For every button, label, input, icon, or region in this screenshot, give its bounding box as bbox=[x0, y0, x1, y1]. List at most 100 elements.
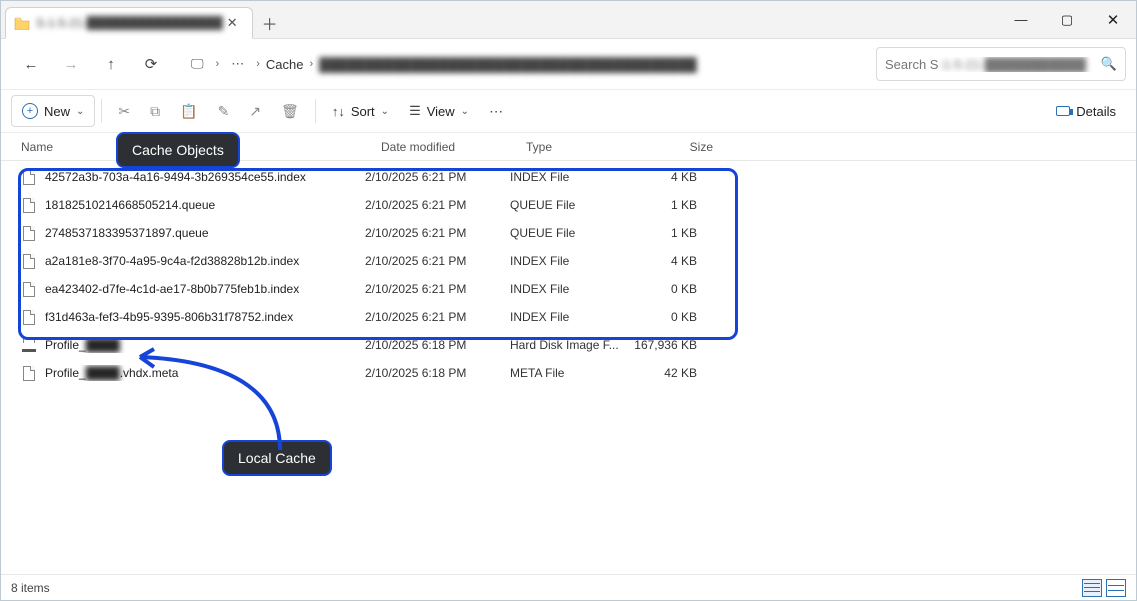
chevron-down-icon: ⌄ bbox=[381, 106, 389, 117]
close-button[interactable]: ✕ bbox=[1090, 1, 1136, 39]
file-icon bbox=[21, 253, 37, 269]
tab-close-icon[interactable]: ✕ bbox=[223, 15, 242, 31]
plus-circle-icon: + bbox=[22, 103, 38, 119]
file-icon bbox=[21, 365, 37, 381]
maximize-button[interactable]: ▢ bbox=[1044, 1, 1090, 39]
file-name: Profile_████.vhdx.meta bbox=[21, 365, 365, 381]
column-header-size[interactable]: Size bbox=[646, 140, 721, 154]
status-bar: 8 items bbox=[1, 574, 1136, 600]
chevron-down-icon: ⌄ bbox=[461, 106, 469, 117]
share-icon: ↗ bbox=[249, 103, 261, 120]
file-name: 2748537183395371897.queue bbox=[21, 225, 365, 241]
file-name: f31d463a-fef3-4b95-9395-806b31f78752.ind… bbox=[21, 309, 365, 325]
paste-icon: 📋 bbox=[180, 103, 197, 120]
paste-button[interactable]: 📋 bbox=[170, 95, 207, 127]
item-count: 8 items bbox=[11, 581, 50, 595]
search-input[interactable]: Search S-1-5-21-███████████ 🔍 bbox=[876, 47, 1126, 81]
monitor-icon: 🖵 bbox=[191, 56, 204, 72]
file-size: 4 KB bbox=[630, 170, 705, 184]
chevron-down-icon: ⌄ bbox=[76, 106, 84, 117]
file-type: INDEX File bbox=[510, 310, 630, 324]
column-header-date[interactable]: Date modified bbox=[381, 140, 526, 154]
tab-title: S-1-5-21-████████████████ bbox=[36, 16, 223, 30]
file-type: INDEX File bbox=[510, 254, 630, 268]
file-row[interactable]: 42572a3b-703a-4a16-9494-3b269354ce55.ind… bbox=[9, 163, 1136, 191]
new-button[interactable]: + New ⌄ bbox=[11, 95, 95, 127]
file-row[interactable]: 18182510214668505214.queue2/10/2025 6:21… bbox=[9, 191, 1136, 219]
file-icon bbox=[21, 309, 37, 325]
details-pane-icon bbox=[1056, 106, 1070, 116]
chevron-right-icon: › bbox=[216, 58, 220, 70]
file-row[interactable]: 2748537183395371897.queue2/10/2025 6:21 … bbox=[9, 219, 1136, 247]
file-name: a2a181e8-3f70-4a95-9c4a-f2d38828b12b.ind… bbox=[21, 253, 365, 269]
breadcrumb[interactable]: 🖵 › ⋯ › Cache › ████████████████████████… bbox=[179, 47, 868, 81]
navigation-bar: ← → ↑ ⟳ 🖵 › ⋯ › Cache › ████████████████… bbox=[1, 39, 1136, 89]
chevron-right-icon: › bbox=[309, 58, 313, 70]
cut-icon: ✂ bbox=[118, 103, 130, 120]
minimize-button[interactable]: ― bbox=[998, 1, 1044, 39]
share-button[interactable]: ↗ bbox=[239, 95, 271, 127]
file-date: 2/10/2025 6:21 PM bbox=[365, 226, 510, 240]
file-type: META File bbox=[510, 366, 630, 380]
disk-icon bbox=[21, 337, 37, 353]
command-bar: + New ⌄ ✂ ⧉ 📋 ✎ ↗ 🗑 ↑↓ Sort ⌄ ☰ View ⌄ ⋯… bbox=[1, 89, 1136, 133]
details-pane-button[interactable]: Details bbox=[1046, 95, 1126, 127]
file-icon bbox=[21, 281, 37, 297]
view-icon: ☰ bbox=[409, 103, 421, 119]
file-date: 2/10/2025 6:18 PM bbox=[365, 366, 510, 380]
search-placeholder: Search S-1-5-21-███████████ bbox=[885, 57, 1095, 72]
up-button[interactable]: ↑ bbox=[91, 46, 131, 82]
file-size: 1 KB bbox=[630, 226, 705, 240]
file-name: 18182510214668505214.queue bbox=[21, 197, 365, 213]
file-name: 42572a3b-703a-4a16-9494-3b269354ce55.ind… bbox=[21, 169, 365, 185]
file-date: 2/10/2025 6:21 PM bbox=[365, 198, 510, 212]
rename-button[interactable]: ✎ bbox=[208, 95, 240, 127]
file-date: 2/10/2025 6:18 PM bbox=[365, 338, 510, 352]
window-controls: ― ▢ ✕ bbox=[998, 1, 1136, 39]
more-button[interactable]: ⋯ bbox=[479, 95, 515, 127]
copy-button[interactable]: ⧉ bbox=[140, 95, 170, 127]
view-mode-switch bbox=[1078, 579, 1126, 597]
view-button[interactable]: ☰ View ⌄ bbox=[399, 95, 479, 127]
details-view-icon[interactable] bbox=[1082, 579, 1102, 597]
rename-icon: ✎ bbox=[218, 103, 230, 120]
thumbnails-view-icon[interactable] bbox=[1106, 579, 1126, 597]
file-type: QUEUE File bbox=[510, 226, 630, 240]
file-row[interactable]: a2a181e8-3f70-4a95-9c4a-f2d38828b12b.ind… bbox=[9, 247, 1136, 275]
file-row[interactable]: Profile_████.vhdx.meta2/10/2025 6:18 PMM… bbox=[9, 359, 1136, 387]
file-name: ea423402-d7fe-4c1d-ae17-8b0b775feb1b.ind… bbox=[21, 281, 365, 297]
file-name: Profile_████ bbox=[21, 337, 365, 353]
explorer-window: S-1-5-21-████████████████ ✕ ＋ ― ▢ ✕ ← → … bbox=[0, 0, 1137, 601]
cut-button[interactable]: ✂ bbox=[108, 95, 140, 127]
file-row[interactable]: f31d463a-fef3-4b95-9395-806b31f78752.ind… bbox=[9, 303, 1136, 331]
chevron-right-icon: › bbox=[256, 58, 260, 70]
file-date: 2/10/2025 6:21 PM bbox=[365, 282, 510, 296]
file-row[interactable]: Profile_████2/10/2025 6:18 PMHard Disk I… bbox=[9, 331, 1136, 359]
file-type: Hard Disk Image F... bbox=[510, 338, 630, 352]
file-size: 167,936 KB bbox=[630, 338, 705, 352]
file-type: QUEUE File bbox=[510, 198, 630, 212]
file-date: 2/10/2025 6:21 PM bbox=[365, 310, 510, 324]
breadcrumb-segment[interactable]: Cache bbox=[266, 57, 304, 72]
ellipsis-icon[interactable]: ⋯ bbox=[231, 56, 244, 72]
file-size: 0 KB bbox=[630, 282, 705, 296]
breadcrumb-segment-redacted[interactable]: ████████████████████████████████████████… bbox=[319, 57, 697, 72]
column-header-name[interactable]: Name bbox=[21, 140, 381, 154]
active-tab[interactable]: S-1-5-21-████████████████ ✕ bbox=[5, 7, 253, 39]
file-row[interactable]: ea423402-d7fe-4c1d-ae17-8b0b775feb1b.ind… bbox=[9, 275, 1136, 303]
refresh-button[interactable]: ⟳ bbox=[131, 46, 171, 82]
forward-button[interactable]: → bbox=[51, 46, 91, 82]
titlebar: S-1-5-21-████████████████ ✕ ＋ ― ▢ ✕ bbox=[1, 1, 1136, 39]
new-tab-button[interactable]: ＋ bbox=[253, 7, 287, 39]
sort-button[interactable]: ↑↓ Sort ⌄ bbox=[322, 95, 399, 127]
search-icon[interactable]: 🔍 bbox=[1101, 56, 1117, 72]
file-icon bbox=[21, 169, 37, 185]
delete-button[interactable]: 🗑 bbox=[271, 95, 309, 127]
back-button[interactable]: ← bbox=[11, 46, 51, 82]
file-date: 2/10/2025 6:21 PM bbox=[365, 254, 510, 268]
file-size: 4 KB bbox=[630, 254, 705, 268]
folder-icon bbox=[14, 16, 30, 30]
file-size: 0 KB bbox=[630, 310, 705, 324]
sort-icon: ↑↓ bbox=[332, 104, 345, 119]
column-header-type[interactable]: Type bbox=[526, 140, 646, 154]
